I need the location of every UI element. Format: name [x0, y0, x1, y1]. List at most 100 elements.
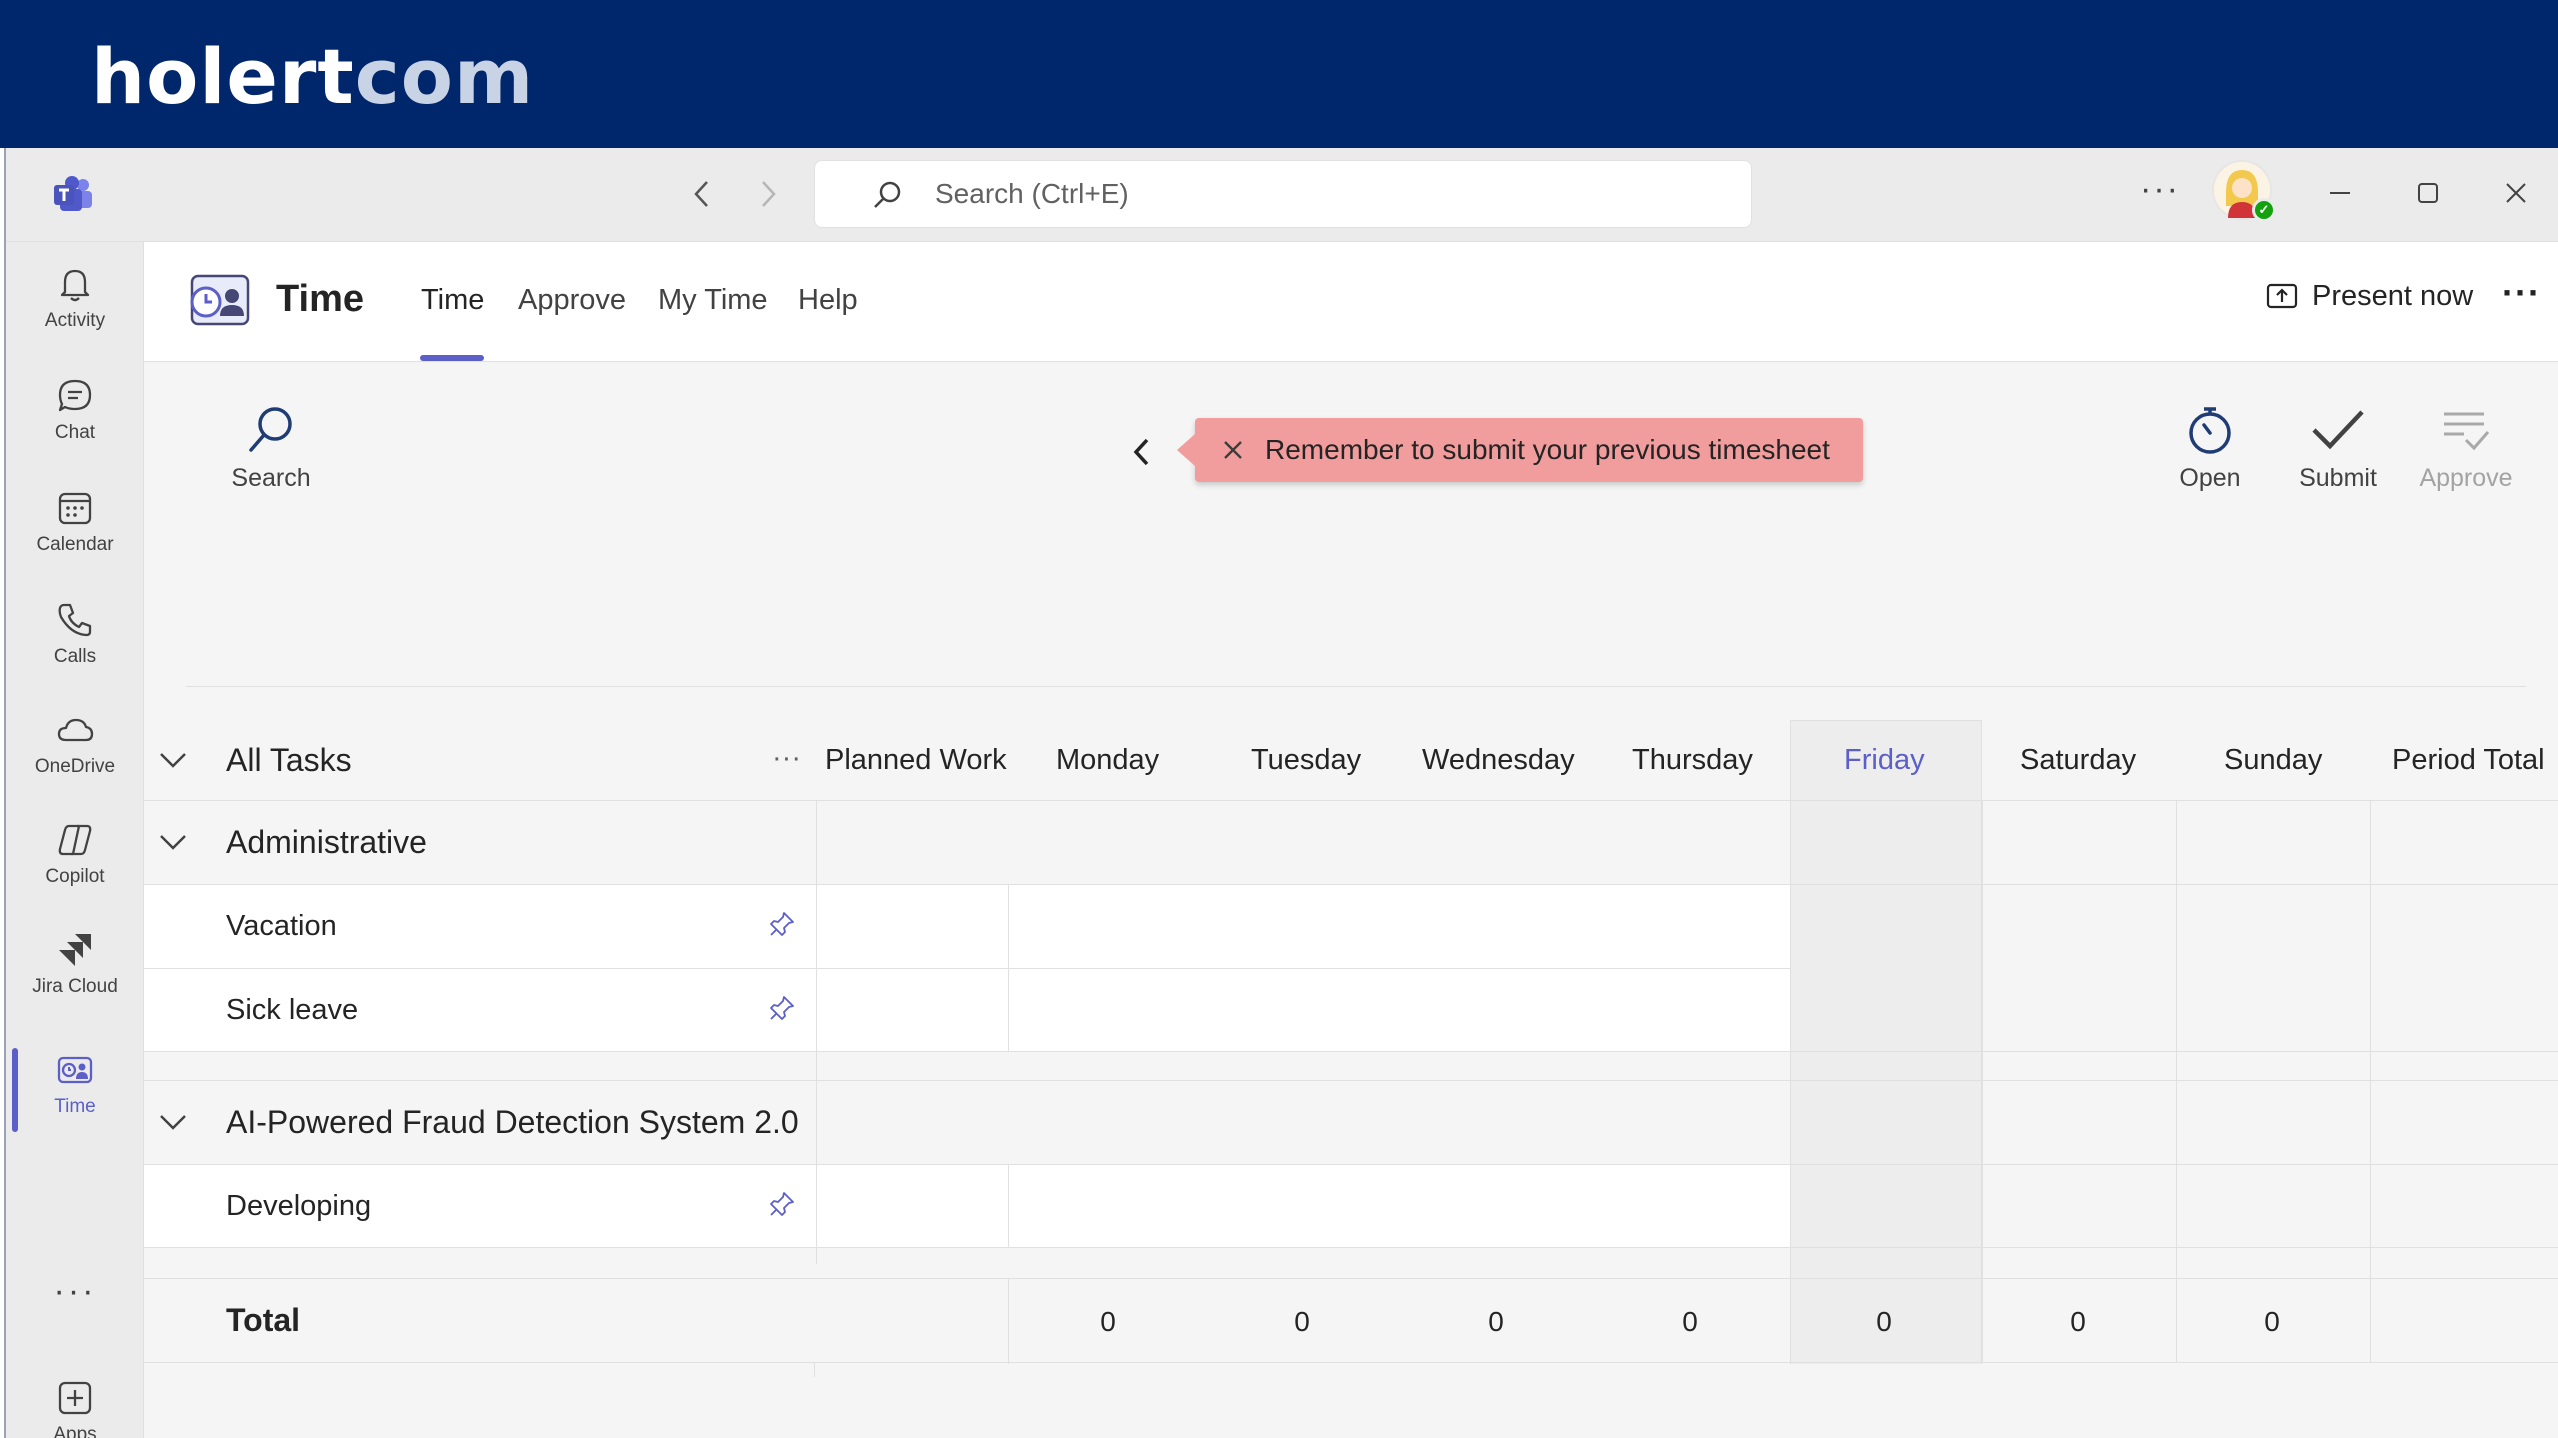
- more-apps-icon[interactable]: ···: [6, 1272, 144, 1311]
- chevron-down-icon[interactable]: [158, 750, 188, 770]
- column-header-monday: Monday: [1056, 744, 1160, 776]
- rail-item-calendar[interactable]: Calendar: [6, 476, 144, 576]
- app-rail: Activity Chat Calendar Calls OneDrive Co…: [6, 242, 144, 1438]
- maximize-icon[interactable]: [2400, 168, 2456, 218]
- pin-icon[interactable]: [768, 1190, 796, 1218]
- row-divider: [144, 968, 1790, 969]
- presence-available-icon: ✓: [2252, 198, 2276, 222]
- app-title: Time: [276, 278, 365, 320]
- rail-item-activity[interactable]: Activity: [6, 252, 144, 352]
- cloud-icon: [57, 718, 94, 742]
- column-header-friday: Friday: [1844, 744, 1925, 776]
- app-header: Time Time Approve My Time Help Present n…: [144, 242, 2558, 362]
- rail-label: Chat: [54, 422, 96, 443]
- title-bar: ··· ✓: [6, 148, 2558, 242]
- rail-item-apps[interactable]: Apps: [6, 1366, 144, 1438]
- rail-label: Calendar: [36, 534, 114, 555]
- total-row-label: Total: [226, 1302, 301, 1338]
- column-divider: [1008, 1165, 1009, 1247]
- teams-window: ··· ✓ Activity: [4, 148, 2558, 1438]
- rail-item-chat[interactable]: Chat: [6, 364, 144, 464]
- minimize-icon[interactable]: [2312, 168, 2368, 218]
- all-tasks-header: All Tasks: [226, 742, 352, 778]
- rail-item-calls[interactable]: Calls: [6, 588, 144, 688]
- task-row-sick-leave[interactable]: Sick leave: [226, 994, 358, 1027]
- row-divider: [144, 1278, 2558, 1279]
- present-now-label: Present now: [2312, 280, 2474, 312]
- timesheet-grid: All Tasks ··· Planned Work Monday Tuesda…: [144, 362, 2558, 1438]
- friday-column-highlight: [1790, 720, 1982, 1364]
- row-divider: [144, 1051, 2558, 1052]
- row-divider: [144, 800, 2558, 801]
- phone-icon: [58, 603, 92, 637]
- group-row-fraud-detection: AI-Powered Fraud Detection System 2.0: [226, 1104, 799, 1140]
- column-divider: [1008, 1278, 1009, 1364]
- search-icon: [874, 181, 901, 208]
- jira-icon: [59, 934, 91, 966]
- forward-arrow-icon[interactable]: [748, 174, 788, 214]
- copilot-icon: [58, 824, 92, 856]
- timesheet-content: Search Remember to submit your previous …: [144, 362, 2558, 1438]
- rail-item-time[interactable]: Time: [6, 1038, 144, 1138]
- column-header-wednesday: Wednesday: [1422, 744, 1575, 776]
- bell-icon: [60, 269, 90, 302]
- total-friday: 0: [1876, 1306, 1892, 1337]
- rail-item-jira-cloud[interactable]: Jira Cloud: [6, 918, 144, 1018]
- active-tab-indicator: [420, 355, 484, 361]
- brand-logo-part1: holert: [91, 32, 355, 121]
- calendar-icon: [58, 492, 92, 525]
- pin-icon[interactable]: [768, 910, 796, 938]
- more-options-icon[interactable]: ···: [2140, 170, 2180, 209]
- rail-label: Activity: [44, 310, 106, 331]
- column-divider: [1982, 800, 1983, 1362]
- total-thursday: 0: [1682, 1306, 1698, 1337]
- chevron-down-icon[interactable]: [158, 832, 188, 852]
- column-header-sunday: Sunday: [2224, 744, 2323, 776]
- chevron-down-icon[interactable]: [158, 1112, 188, 1132]
- search-input[interactable]: [935, 171, 1715, 217]
- task-row-developing[interactable]: Developing: [226, 1190, 371, 1223]
- rail-item-onedrive[interactable]: OneDrive: [6, 698, 144, 798]
- rail-label: Calls: [53, 646, 97, 667]
- search-box[interactable]: [814, 160, 1752, 228]
- column-header-thursday: Thursday: [1632, 744, 1753, 776]
- all-tasks-more-icon[interactable]: ···: [772, 742, 801, 775]
- task-rows-background: [144, 1165, 1790, 1247]
- add-app-icon: [58, 1381, 92, 1415]
- group-row-administrative: Administrative: [226, 824, 427, 860]
- row-divider: [144, 1080, 2558, 1081]
- column-header-tuesday: Tuesday: [1251, 744, 1362, 776]
- rail-label: Jira Cloud: [32, 976, 118, 997]
- teams-logo-icon[interactable]: [52, 174, 94, 216]
- time-app-icon: [57, 1056, 93, 1084]
- tab-my-time[interactable]: My Time: [658, 284, 768, 317]
- row-divider: [144, 1247, 2558, 1248]
- close-icon[interactable]: [2488, 168, 2544, 218]
- total-wednesday: 0: [1488, 1306, 1504, 1337]
- brand-banner: holertcom: [0, 0, 2558, 148]
- rail-label: Apps: [53, 1424, 97, 1438]
- column-header-saturday: Saturday: [2020, 744, 2137, 776]
- brand-logo: holertcom: [91, 32, 534, 122]
- avatar[interactable]: ✓: [2212, 160, 2276, 222]
- more-options-icon[interactable]: ···: [2502, 272, 2541, 314]
- row-divider: [144, 1362, 2558, 1363]
- column-divider: [814, 1363, 815, 1377]
- column-header-period-total: Period Total: [2392, 744, 2545, 776]
- total-tuesday: 0: [1294, 1306, 1310, 1337]
- column-header-planned-work: Planned Work: [825, 744, 1007, 776]
- tab-time[interactable]: Time: [421, 284, 484, 317]
- rail-label: Copilot: [45, 866, 105, 887]
- rail-item-copilot[interactable]: Copilot: [6, 808, 144, 908]
- present-now-button[interactable]: Present now: [2266, 280, 2473, 313]
- total-saturday: 0: [2070, 1306, 2086, 1337]
- back-arrow-icon[interactable]: [682, 174, 722, 214]
- pin-icon[interactable]: [768, 994, 796, 1022]
- rail-label: OneDrive: [34, 756, 116, 777]
- column-divider: [2370, 800, 2371, 1362]
- task-row-vacation[interactable]: Vacation: [226, 910, 337, 943]
- total-monday: 0: [1100, 1306, 1116, 1337]
- tab-approve[interactable]: Approve: [518, 284, 626, 317]
- chat-icon: [58, 379, 92, 412]
- tab-help[interactable]: Help: [798, 284, 858, 317]
